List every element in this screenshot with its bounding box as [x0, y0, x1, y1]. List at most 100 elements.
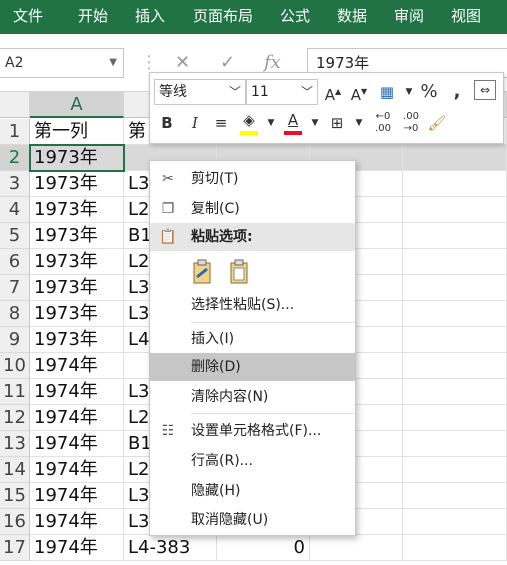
table-cell[interactable]: 1973年 — [30, 301, 124, 327]
row-header[interactable]: 14 — [0, 457, 30, 483]
tab-insert[interactable]: 插入 — [135, 0, 165, 34]
menu-item-cut[interactable]: ✂ 剪切(T) — [150, 165, 355, 193]
table-cell[interactable]: 第一列 — [30, 119, 124, 145]
table-cell[interactable] — [403, 145, 507, 171]
table-cell[interactable]: 1974年 — [30, 353, 124, 379]
table-cell[interactable]: 1974年 — [30, 483, 124, 509]
decrease-font-icon[interactable]: A▼ — [348, 80, 370, 104]
tab-data[interactable]: 数据 — [337, 0, 367, 34]
menu-item-format-cells[interactable]: ☷ 设置单元格格式(F)... — [150, 417, 355, 445]
menu-item-unhide[interactable]: 取消隐藏(U) — [150, 506, 355, 534]
row-header[interactable]: 8 — [0, 301, 30, 327]
menu-item-insert[interactable]: 插入(I) — [150, 325, 355, 353]
font-size-select[interactable]: 11 ﹀ — [246, 79, 318, 105]
number-format-icon[interactable]: ▦ — [376, 80, 398, 104]
fill-color-icon[interactable]: ◈ — [238, 111, 260, 135]
row-header[interactable]: 3 — [0, 171, 30, 197]
table-cell[interactable] — [403, 535, 507, 561]
increase-font-icon[interactable]: A▲ — [322, 80, 344, 104]
table-cell[interactable] — [310, 535, 403, 561]
merge-cells-icon[interactable]: ⇔ — [474, 80, 496, 100]
paste-values-icon[interactable] — [228, 259, 252, 285]
menu-item-clear-contents[interactable]: 清除内容(N) — [150, 383, 355, 411]
font-color-icon[interactable]: A — [282, 111, 304, 135]
table-cell[interactable] — [403, 379, 507, 405]
chevron-down-icon[interactable]: ▼ — [348, 111, 370, 135]
chevron-down-icon[interactable]: ▼ — [398, 80, 420, 104]
table-cell[interactable]: 1973年 — [30, 197, 124, 223]
table-cell[interactable]: L4-383 — [124, 535, 217, 561]
table-cell[interactable]: 1973年 — [30, 223, 124, 249]
insert-function-icon[interactable]: fx — [264, 52, 281, 73]
row-header[interactable]: 13 — [0, 431, 30, 457]
table-cell[interactable]: 0 — [217, 535, 310, 561]
row-header[interactable]: 1 — [0, 119, 30, 145]
tab-review[interactable]: 审阅 — [394, 0, 424, 34]
column-header-a[interactable]: A — [30, 92, 124, 118]
table-cell[interactable] — [403, 353, 507, 379]
row-header[interactable]: 11 — [0, 379, 30, 405]
font-name-select[interactable]: 等线 ﹀ — [154, 79, 246, 105]
table-cell[interactable]: 1973年 — [30, 171, 124, 197]
menu-item-row-height[interactable]: 行高(R)... — [150, 447, 355, 475]
chevron-down-icon[interactable]: ▼ — [109, 49, 117, 77]
row-header[interactable]: 6 — [0, 249, 30, 275]
table-cell[interactable] — [403, 249, 507, 275]
row-header[interactable]: 7 — [0, 275, 30, 301]
menu-item-copy[interactable]: ❐ 复制(C) — [150, 195, 355, 223]
table-cell[interactable]: 1974年 — [30, 431, 124, 457]
table-cell[interactable] — [403, 457, 507, 483]
tab-file[interactable]: 文件 — [13, 0, 43, 34]
menu-item-hide[interactable]: 隐藏(H) — [150, 477, 355, 505]
cancel-icon[interactable]: ✕ — [175, 52, 190, 73]
table-cell[interactable] — [403, 405, 507, 431]
bold-button[interactable]: B — [156, 111, 178, 135]
table-cell[interactable]: 1974年 — [30, 509, 124, 535]
row-header[interactable]: 4 — [0, 197, 30, 223]
table-cell[interactable]: 1973年 — [30, 275, 124, 301]
table-cell[interactable] — [403, 275, 507, 301]
select-all-corner[interactable] — [0, 92, 30, 118]
chevron-down-icon[interactable]: ▼ — [260, 111, 282, 135]
table-cell[interactable] — [403, 171, 507, 197]
italic-button[interactable]: I — [184, 111, 206, 135]
tab-formulas[interactable]: 公式 — [280, 0, 310, 34]
table-cell[interactable] — [403, 483, 507, 509]
table-cell[interactable]: 1973年 — [30, 249, 124, 275]
table-cell[interactable]: 1973年 — [30, 327, 124, 353]
table-cell[interactable]: 1973年 — [30, 145, 124, 171]
table-cell[interactable]: 1974年 — [30, 535, 124, 561]
table-cell[interactable]: 1974年 — [30, 405, 124, 431]
menu-item-paste-special[interactable]: 选择性粘贴(S)... — [150, 291, 355, 319]
format-painter-icon[interactable]: 🖌 — [426, 111, 448, 135]
tab-page-layout[interactable]: 页面布局 — [193, 0, 253, 34]
row-header[interactable]: 12 — [0, 405, 30, 431]
tab-view[interactable]: 视图 — [451, 0, 481, 34]
borders-icon[interactable]: ⊞ — [326, 111, 348, 135]
align-center-icon[interactable]: ≡ — [210, 111, 232, 135]
table-cell[interactable] — [403, 509, 507, 535]
row-header[interactable]: 15 — [0, 483, 30, 509]
percent-button[interactable]: % — [418, 80, 440, 104]
menu-item-delete[interactable]: 删除(D) — [150, 353, 355, 381]
row-header[interactable]: 10 — [0, 353, 30, 379]
name-box[interactable]: A2 ▼ — [0, 48, 124, 78]
table-cell[interactable] — [403, 327, 507, 353]
decrease-decimal-icon[interactable]: .00 →0 — [398, 111, 424, 135]
tab-home[interactable]: 开始 — [78, 0, 108, 34]
table-cell[interactable] — [403, 301, 507, 327]
table-cell[interactable] — [403, 197, 507, 223]
table-cell[interactable] — [403, 431, 507, 457]
table-cell[interactable] — [403, 223, 507, 249]
check-icon[interactable]: ✓ — [220, 52, 235, 73]
paste-clipboard-icon[interactable] — [191, 259, 215, 285]
increase-decimal-icon[interactable]: ←0.00 — [370, 111, 396, 135]
comma-style-button[interactable]: , — [446, 80, 468, 104]
row-header[interactable]: 2 — [0, 145, 30, 171]
row-header[interactable]: 16 — [0, 509, 30, 535]
row-header[interactable]: 17 — [0, 535, 30, 561]
chevron-down-icon[interactable]: ▼ — [304, 111, 326, 135]
row-header[interactable]: 5 — [0, 223, 30, 249]
table-cell[interactable]: 1974年 — [30, 379, 124, 405]
row-header[interactable]: 9 — [0, 327, 30, 353]
